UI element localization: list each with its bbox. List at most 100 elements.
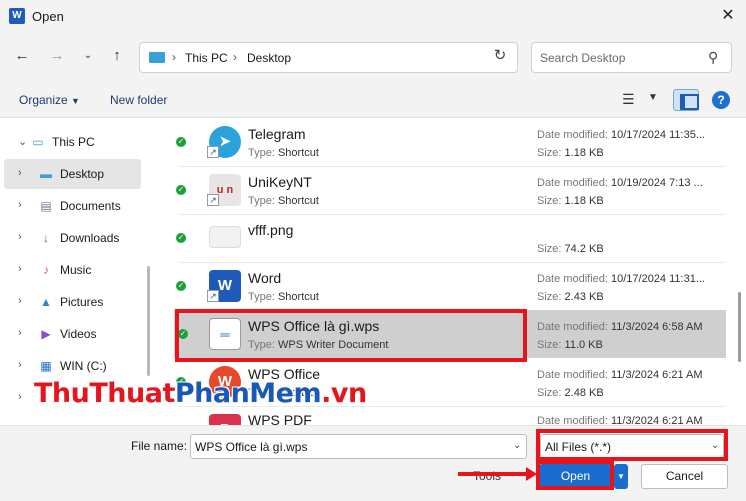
computer-icon: [149, 52, 165, 63]
file-name-input[interactable]: WPS Office là gì.wps ⌄: [190, 434, 527, 459]
file-size: Size: 1.18 KB: [537, 195, 604, 207]
chevron-right-icon: ›: [233, 50, 237, 64]
type-key: Type:: [248, 147, 275, 159]
breadcrumb-desktop[interactable]: Desktop: [247, 51, 291, 65]
chevron-right-icon[interactable]: ›: [18, 167, 22, 179]
file-size: Size: 2.43 KB: [537, 291, 604, 303]
music-icon: ♪: [43, 263, 49, 277]
chevron-right-icon: ›: [172, 50, 176, 64]
file-name: UniKeyNT: [248, 174, 312, 190]
documents-icon: ▤: [40, 199, 52, 213]
new-folder-button[interactable]: New folder: [110, 93, 167, 107]
file-list-scrollbar[interactable]: [738, 292, 741, 362]
size-key: Size:: [537, 243, 562, 255]
file-row-telegram[interactable]: ✓ ➤ ↗ Telegram Type: Shortcut Date modif…: [152, 118, 732, 166]
shortcut-arrow-icon: ↗: [207, 194, 219, 206]
open-dropdown-button[interactable]: ▼: [614, 464, 628, 489]
file-modified: Date modified: 11/3/2024 6:58 AM: [537, 321, 703, 333]
watermark-part-1: ThuThuat: [34, 378, 175, 409]
recent-locations-button[interactable]: ⌄: [76, 44, 100, 68]
chevron-down-icon: ▼: [71, 96, 80, 106]
file-size: Size: 2.48 KB: [537, 387, 604, 399]
sync-status-icon: ✓: [176, 137, 186, 147]
size-value: 1.18 KB: [564, 195, 604, 207]
chevron-right-icon[interactable]: ›: [18, 199, 22, 211]
sidebar-item-this-pc[interactable]: ⌄ ▭ This PC: [0, 127, 141, 157]
up-button[interactable]: ↑: [105, 44, 129, 68]
file-row-vfff-png[interactable]: ✓ vfff.png Size: 74.2 KB: [152, 214, 732, 262]
file-name: WPS PDF: [248, 412, 312, 425]
navigation-bar: ← → ⌄ ↑ › This PC › Desktop ↻ Search Des…: [0, 34, 746, 82]
file-modified: Date modified: 10/17/2024 11:35...: [537, 129, 705, 141]
size-value: 2.48 KB: [564, 387, 604, 399]
back-button[interactable]: ←: [10, 44, 34, 68]
chevron-down-icon[interactable]: ▼: [648, 92, 658, 103]
close-button[interactable]: ✕: [712, 2, 744, 30]
chevron-right-icon[interactable]: ›: [18, 263, 22, 275]
view-options-icon[interactable]: ☰: [622, 91, 635, 108]
sidebar-item-label: WIN (C:): [60, 359, 107, 373]
modified-key: Date modified:: [537, 369, 608, 381]
sidebar-item-music[interactable]: › ♪ Music: [0, 255, 141, 285]
watermark: ThuThuatPhanMem.vn: [34, 378, 367, 409]
sidebar-item-documents[interactable]: › ▤ Documents: [0, 191, 141, 221]
file-type: Type: Shortcut: [248, 147, 319, 159]
chevron-down-icon[interactable]: ⌄: [711, 440, 719, 451]
size-key: Size:: [537, 387, 562, 399]
type-key: Type:: [248, 339, 275, 351]
address-bar[interactable]: › This PC › Desktop: [139, 42, 518, 73]
breadcrumb-this-pc[interactable]: This PC: [185, 51, 228, 65]
chevron-right-icon[interactable]: ›: [18, 391, 22, 403]
search-input[interactable]: Search Desktop ⚲: [531, 42, 732, 73]
type-value: Shortcut: [277, 195, 319, 207]
sidebar-item-downloads[interactable]: › ↓ Downloads: [0, 223, 141, 253]
modified-value: 11/3/2024 6:21 AM: [611, 415, 703, 425]
file-name: WPS Office là gì.wps: [248, 318, 380, 334]
file-type: Type: Shortcut: [248, 291, 319, 303]
file-type: Type: WPS Writer Document: [248, 339, 388, 351]
sidebar-item-label: Pictures: [60, 295, 104, 309]
downloads-icon: ↓: [43, 231, 49, 245]
modified-value: 10/17/2024 11:35...: [611, 129, 705, 141]
drive-icon: ▦: [40, 359, 52, 373]
chevron-right-icon[interactable]: ›: [18, 359, 22, 371]
sidebar-item-videos[interactable]: › ▶ Videos: [0, 319, 141, 349]
chevron-right-icon[interactable]: ›: [18, 231, 22, 243]
chevron-down-icon[interactable]: ⌄: [513, 440, 521, 451]
search-icon: ⚲: [708, 49, 719, 65]
sidebar-scrollbar[interactable]: [147, 266, 150, 376]
sidebar-item-pictures[interactable]: › ▲ Pictures: [0, 287, 141, 317]
file-size: Size: 11.0 KB: [537, 339, 603, 351]
file-name: vfff.png: [248, 222, 294, 238]
size-value: 11.0 KB: [564, 339, 603, 351]
file-row-unikeynt[interactable]: ✓ u n ↗ UniKeyNT Type: Shortcut Date mod…: [152, 166, 732, 214]
preview-pane-button[interactable]: [673, 89, 699, 111]
modified-value: 10/17/2024 11:31...: [611, 273, 705, 285]
modified-value: 11/3/2024 6:21 AM: [611, 369, 703, 381]
file-type-filter[interactable]: All Files (*.*) ⌄: [540, 434, 724, 459]
sidebar-item-win-c[interactable]: › ▦ WIN (C:): [0, 351, 141, 381]
sidebar-item-label: Downloads: [60, 231, 120, 245]
forward-button[interactable]: →: [45, 44, 69, 68]
organize-menu[interactable]: Organize ▼: [19, 93, 80, 107]
wps-pdf-icon: P: [209, 414, 241, 425]
title-bar: W Open ✕: [0, 0, 746, 34]
cancel-button[interactable]: Cancel: [641, 464, 728, 489]
file-modified: Date modified: 11/3/2024 6:21 AM: [537, 369, 703, 381]
open-button[interactable]: Open: [539, 464, 612, 489]
chevron-down-icon[interactable]: ⌄: [18, 135, 27, 148]
size-key: Size:: [537, 291, 562, 303]
annotation-arrow: [458, 472, 528, 476]
sidebar-item-desktop[interactable]: › ▬ Desktop: [4, 159, 141, 189]
file-row-word[interactable]: ✓ W ↗ Word Type: Shortcut Date modified:…: [152, 262, 732, 310]
chevron-right-icon[interactable]: ›: [18, 327, 22, 339]
size-value: 74.2 KB: [564, 243, 604, 255]
file-row-wps-document[interactable]: ✓ ═ WPS Office là gì.wps Type: WPS Write…: [174, 310, 726, 358]
help-icon[interactable]: ?: [712, 91, 730, 109]
image-file-icon: [209, 226, 241, 248]
chevron-right-icon[interactable]: ›: [18, 295, 22, 307]
type-key: Type:: [248, 195, 275, 207]
sync-status-icon: ✓: [176, 281, 186, 291]
file-name: Word: [248, 270, 282, 286]
refresh-button[interactable]: ↻: [488, 44, 512, 68]
